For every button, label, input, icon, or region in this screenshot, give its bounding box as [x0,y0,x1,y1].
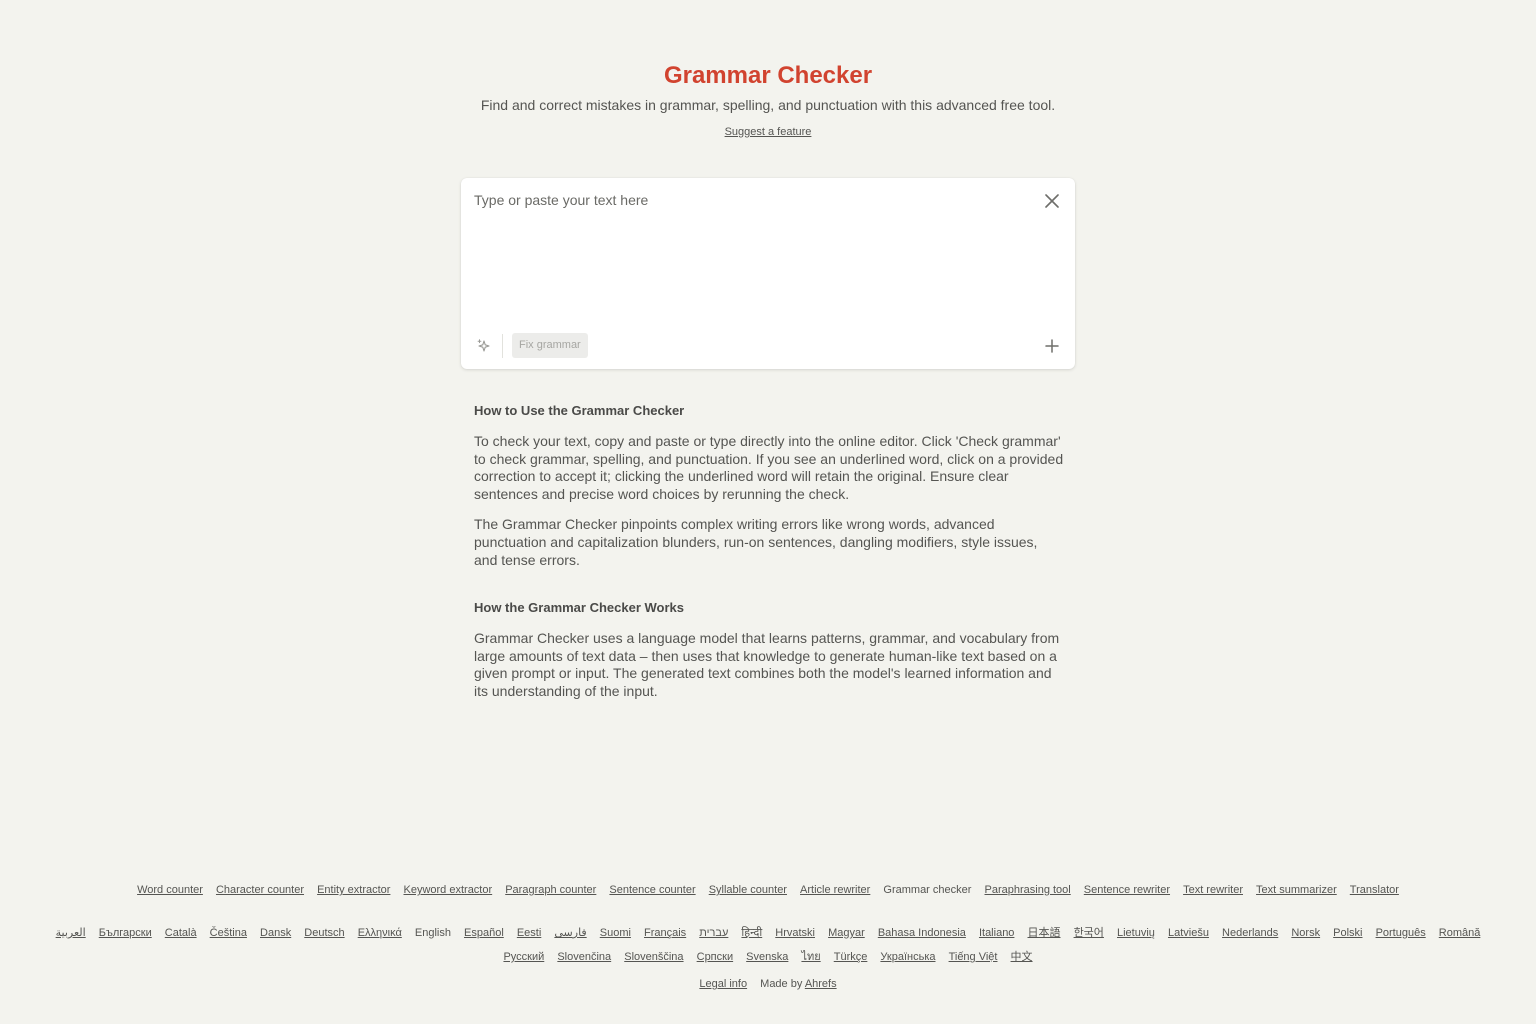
language-link-35[interactable]: Українська [880,951,935,963]
footer-tool-link-0[interactable]: Word counter [137,884,203,896]
language-link-2[interactable]: Català [165,927,197,939]
footer-tool-link-9[interactable]: Paraphrasing tool [985,884,1071,896]
language-link-31[interactable]: Српски [697,951,733,963]
language-link-20[interactable]: 한국어 [1074,927,1104,939]
section-paragraph: To check your text, copy and paste or ty… [474,433,1064,502]
legal-info-link[interactable]: Legal info [699,978,747,990]
language-link-14[interactable]: हिन्दी [741,927,762,939]
language-link-8[interactable]: Español [464,927,504,939]
language-link-23[interactable]: Nederlands [1222,927,1278,939]
language-link-32[interactable]: Svenska [746,951,788,963]
footer-language-nav: العربية Български Català Čeština Dansk D… [30,921,1506,969]
page-subtitle: Find and correct mistakes in grammar, sp… [480,97,1056,113]
language-link-34[interactable]: Türkçe [834,951,868,963]
made-by-prefix: Made by [760,978,803,990]
language-link-7: English [414,927,451,939]
section-heading-how-to-use: How to Use the Grammar Checker [474,403,685,418]
language-link-37[interactable]: 中文 [1011,951,1033,963]
language-link-33[interactable]: ไทย [801,951,820,963]
clear-text-button[interactable] [1041,190,1063,212]
language-link-17[interactable]: Bahasa Indonesia [878,927,966,939]
language-link-10[interactable]: فارسی [554,927,586,939]
section-paragraph: Grammar Checker uses a language model th… [474,630,1060,699]
language-link-12[interactable]: Français [644,927,686,939]
footer-tool-link-6[interactable]: Syllable counter [709,884,787,896]
language-link-22[interactable]: Latviešu [1168,927,1209,939]
editor-toolbar: Fix grammar [461,333,1075,359]
footer-tool-link-1[interactable]: Character counter [216,884,304,896]
page-title: Grammar Checker [663,62,873,89]
add-button[interactable] [1041,335,1063,357]
language-link-16[interactable]: Magyar [828,927,865,939]
footer-tool-link-5[interactable]: Sentence counter [609,884,695,896]
language-link-24[interactable]: Norsk [1291,927,1320,939]
close-icon [1045,194,1059,208]
section-heading-how-it-works: How the Grammar Checker Works [474,600,684,616]
section-paragraph: The Grammar Checker pinpoints complex wr… [474,516,1038,568]
footer-tool-link-4[interactable]: Paragraph counter [505,884,596,896]
language-link-9[interactable]: Eesti [517,927,541,939]
language-link-1[interactable]: Български [99,927,152,939]
language-link-13[interactable]: עברית [699,927,728,939]
footer-bottom: Legal info Made by Ahrefs [0,978,1536,990]
editor-card: Fix grammar [461,178,1075,369]
ahrefs-link[interactable]: Ahrefs [805,978,837,990]
language-link-29[interactable]: Slovenčina [557,951,611,963]
language-link-19[interactable]: 日本語 [1028,927,1061,939]
language-link-15[interactable]: Hrvatski [775,927,815,939]
plus-icon [1045,339,1059,353]
footer-tool-link-12[interactable]: Text summarizer [1256,884,1337,896]
footer-tools-nav: Word counter Character counter Entity ex… [0,884,1536,896]
language-link-6[interactable]: Ελληνικά [358,927,402,939]
text-input[interactable] [474,192,1034,322]
language-link-28[interactable]: Русский [503,951,544,963]
language-link-3[interactable]: Čeština [210,927,247,939]
footer-tool-link-10[interactable]: Sentence rewriter [1084,884,1170,896]
footer-tool-link-13[interactable]: Translator [1350,884,1399,896]
made-by-text: Made by Ahrefs [760,978,836,990]
language-link-18[interactable]: Italiano [979,927,1014,939]
suggest-feature-link[interactable]: Suggest a feature [725,126,812,138]
language-link-5[interactable]: Deutsch [304,927,344,939]
language-link-21[interactable]: Lietuvių [1117,927,1155,939]
footer-tool-link-11[interactable]: Text rewriter [1183,884,1243,896]
language-link-11[interactable]: Suomi [600,927,631,939]
toolbar-divider [502,334,503,358]
info-content: How to Use the Grammar Checker To check … [474,402,1064,714]
sparkle-icon [477,339,490,352]
language-link-36[interactable]: Tiếng Việt [949,951,998,963]
language-link-4[interactable]: Dansk [260,927,291,939]
footer-tool-link-2[interactable]: Entity extractor [317,884,390,896]
footer-tool-link-7[interactable]: Article rewriter [800,884,870,896]
language-link-0[interactable]: العربية [56,927,86,939]
footer-tool-link-8: Grammar checker [883,884,972,896]
language-link-25[interactable]: Polski [1333,927,1362,939]
language-link-26[interactable]: Português [1376,927,1426,939]
ai-options-button[interactable] [474,336,494,356]
suggest-feature-wrapper: Suggest a feature [0,126,1536,138]
footer-tool-link-3[interactable]: Keyword extractor [404,884,493,896]
language-link-27[interactable]: Română [1439,927,1481,939]
fix-grammar-button[interactable]: Fix grammar [512,333,588,358]
language-link-30[interactable]: Slovenščina [624,951,683,963]
